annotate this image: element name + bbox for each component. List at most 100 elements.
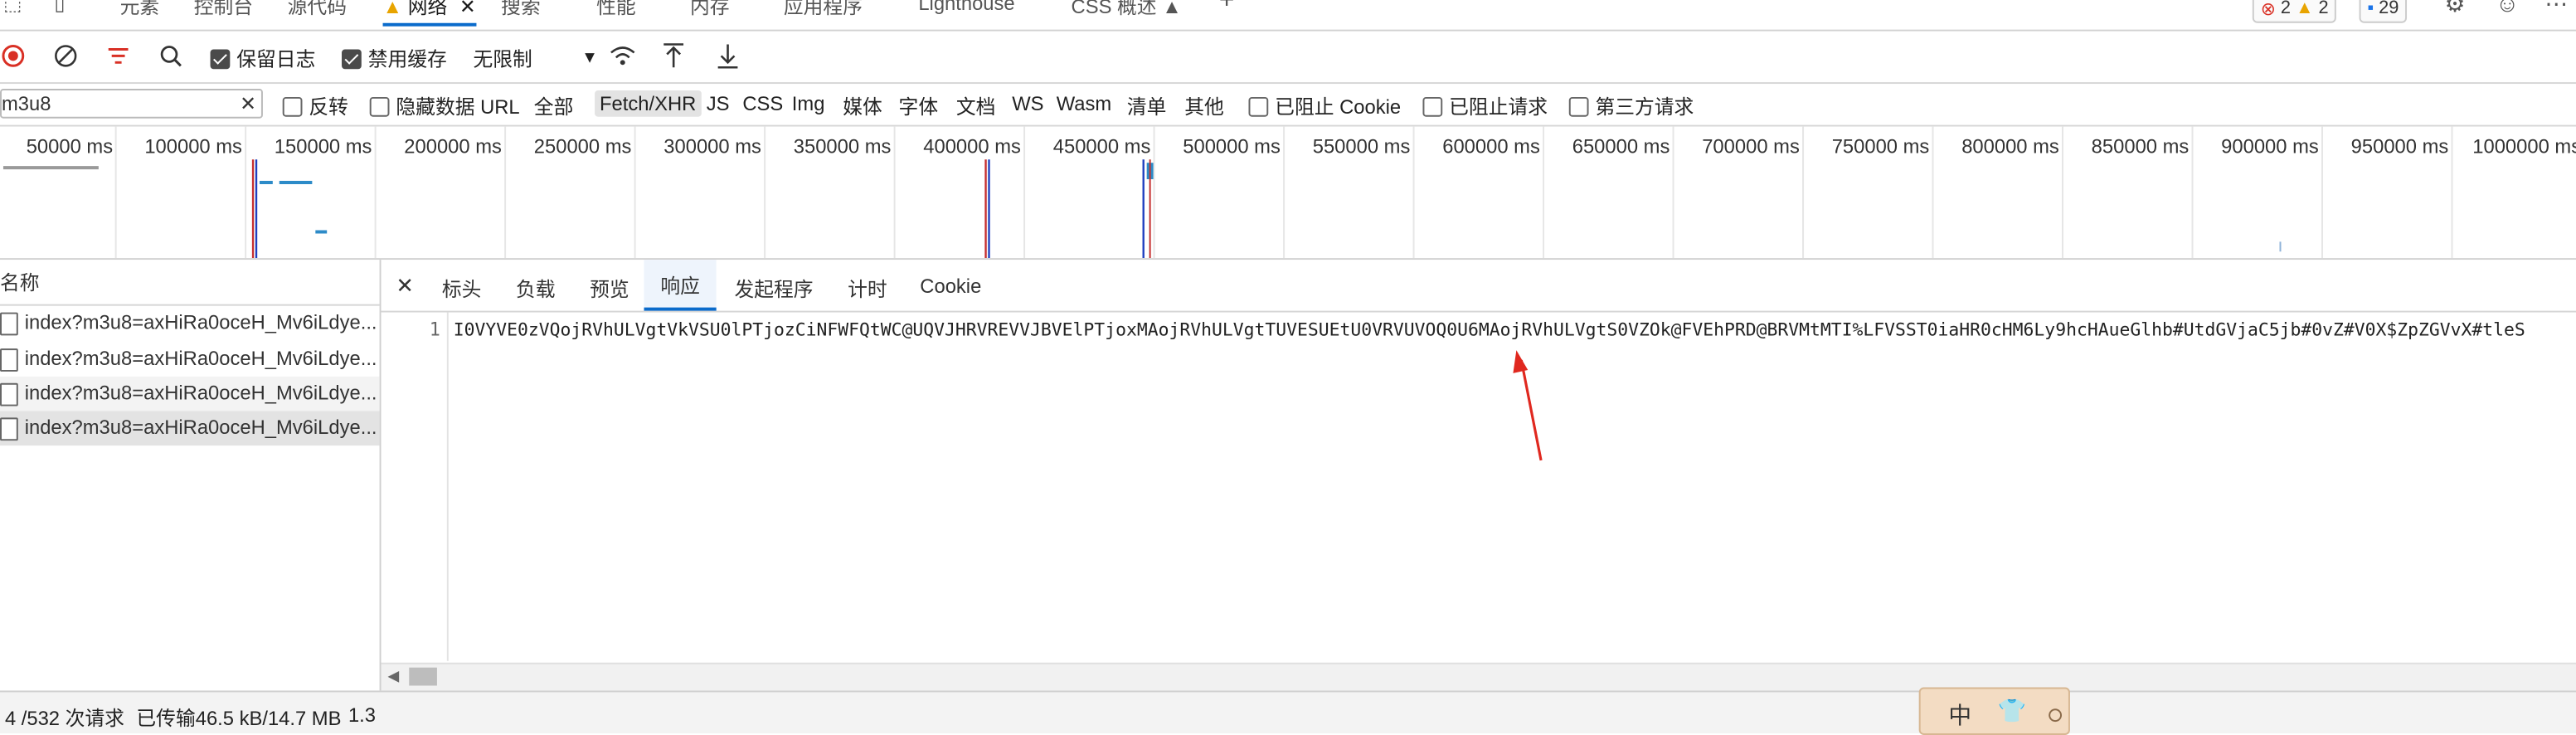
tab-search[interactable]: 搜索	[501, 0, 541, 20]
filter-input[interactable]: m3u8 ✕	[0, 89, 263, 119]
tab-timing[interactable]: 计时	[848, 275, 887, 303]
tab-sources[interactable]: 源代码	[288, 0, 347, 20]
search-button[interactable]	[158, 43, 184, 70]
throttle-select[interactable]: 无限制 ▼	[473, 45, 597, 73]
resources-size: 1.3	[348, 703, 377, 728]
table-row[interactable]: index?m3u8=axHiRa0oceH_Mv6iLdye...	[0, 306, 380, 341]
clear-icon	[55, 45, 77, 67]
user-icon[interactable]: ☺	[2496, 0, 2519, 17]
timeline-overview[interactable]: 50000 ms 100000 ms 150000 ms 200000 ms 2…	[0, 126, 2576, 260]
tab-performance[interactable]: 性能	[596, 0, 636, 20]
tab-cookie[interactable]: Cookie	[920, 275, 981, 298]
scrollbar-thumb[interactable]	[409, 667, 437, 686]
checkbox-unchecked-icon	[1422, 95, 1443, 116]
tab-headers[interactable]: 标头	[442, 275, 482, 303]
close-detail-icon[interactable]: ✕	[396, 273, 414, 299]
detail-tab-bar: ✕ 标头 负载 预览 响应 发起程序 计时 Cookie	[381, 260, 2576, 313]
ime-mode-label[interactable]: 中	[1948, 698, 1971, 732]
annotation-arrow	[1513, 350, 1543, 461]
type-filter-font[interactable]: 字体	[899, 92, 939, 120]
type-filter-ws[interactable]: WS	[1012, 92, 1043, 115]
filter-button[interactable]	[105, 43, 132, 70]
warning-icon: ▲	[2295, 0, 2314, 18]
table-row[interactable]: index?m3u8=axHiRa0oceH_Mv6iLdye...	[0, 376, 380, 411]
type-filter-img[interactable]: Img	[792, 92, 825, 115]
checkbox-checked-icon	[210, 48, 231, 69]
scroll-left-icon[interactable]: ◀	[387, 668, 399, 686]
tab-memory[interactable]: 内存	[690, 0, 730, 20]
document-icon	[0, 382, 18, 406]
checkbox-unchecked-icon	[282, 95, 303, 116]
gear-icon[interactable]: ⚙	[2445, 0, 2466, 18]
type-filter-fetch-xhr[interactable]: Fetch/XHR	[595, 90, 702, 117]
type-filter-media[interactable]: 媒体	[843, 92, 882, 120]
type-filter-css[interactable]: CSS	[742, 92, 783, 115]
type-filter-js[interactable]: JS	[707, 92, 730, 115]
network-conditions-button[interactable]	[608, 41, 638, 71]
third-party-checkbox[interactable]: 第三方请求	[1568, 92, 1694, 120]
export-har-button[interactable]	[715, 41, 741, 71]
checkbox-unchecked-icon	[1248, 95, 1269, 116]
download-icon	[717, 44, 738, 69]
error-icon: ⊗	[2260, 0, 2276, 19]
type-filter-doc[interactable]: 文档	[956, 92, 996, 120]
tab-initiator[interactable]: 发起程序	[734, 275, 813, 303]
blocked-cookies-checkbox[interactable]: 已阻止 Cookie	[1248, 92, 1401, 120]
document-icon	[0, 348, 18, 372]
tab-css-overview[interactable]: CSS 概述 ▲	[1072, 0, 1182, 20]
request-list: 名称 index?m3u8=axHiRa0oceH_Mv6iLdye... in…	[0, 260, 382, 691]
more-icon[interactable]: ⋯	[2544, 0, 2568, 18]
tab-response[interactable]: 响应	[644, 260, 717, 311]
type-filter-manifest[interactable]: 清单	[1127, 92, 1167, 120]
type-filter-other[interactable]: 其他	[1184, 92, 1224, 120]
network-toolbar: 保留日志 禁用缓存 无限制 ▼	[0, 31, 2576, 85]
type-filter-wasm[interactable]: Wasm	[1057, 92, 1111, 115]
upload-icon	[663, 43, 684, 68]
record-button[interactable]	[0, 43, 27, 70]
transferred-size: 已传输46.5 kB/14.7 MB	[136, 707, 342, 731]
issues-badge[interactable]: ⊗ 2 ▲ 2	[2252, 0, 2337, 23]
tab-console[interactable]: 控制台	[194, 0, 253, 20]
blocked-requests-checkbox[interactable]: 已阻止请求	[1422, 92, 1548, 120]
warning-icon: ▲	[1162, 0, 1182, 18]
search-icon	[160, 46, 182, 67]
tab-elements[interactable]: 元素	[120, 0, 160, 20]
skin-icon[interactable]: 👕	[1998, 697, 2027, 725]
table-row[interactable]: index?m3u8=axHiRa0oceH_Mv6iLdye...	[0, 342, 380, 377]
devtools-tab-bar: ⬚ ▯ 元素 控制台 源代码 ▲ 网络 ✕ 搜索 性能 内存 应用程序 Ligh…	[0, 0, 2576, 32]
clear-button[interactable]	[52, 43, 79, 70]
record-icon	[2, 45, 25, 67]
column-header-name[interactable]: 名称	[0, 260, 380, 306]
clear-filter-icon[interactable]: ✕	[240, 90, 256, 117]
tab-network[interactable]: ▲ 网络 ✕	[382, 0, 476, 27]
ime-toolbar[interactable]: 中 👕	[1918, 687, 2070, 735]
import-har-button[interactable]	[660, 41, 687, 71]
close-icon[interactable]: ✕	[459, 0, 476, 18]
inspect-icon[interactable]: ⬚	[3, 0, 22, 15]
line-number-gutter: 1	[382, 312, 449, 661]
request-detail-panel: ✕ 标头 负载 预览 响应 发起程序 计时 Cookie 1 I0VYVE0zV…	[381, 260, 2576, 691]
filter-icon	[108, 47, 129, 64]
preserve-log-checkbox[interactable]: 保留日志	[210, 45, 315, 73]
document-icon	[0, 312, 18, 336]
horizontal-scrollbar[interactable]: ◀	[381, 662, 2576, 691]
device-toggle-icon[interactable]: ▯	[54, 0, 65, 15]
tab-application[interactable]: 应用程序	[784, 0, 863, 20]
caret-down-icon: ▼	[581, 49, 598, 68]
tab-preview[interactable]: 预览	[590, 275, 629, 303]
tab-lighthouse[interactable]: Lighthouse	[918, 0, 1014, 15]
disable-cache-checkbox[interactable]: 禁用缓存	[342, 45, 447, 73]
request-count: 4 /532 次请求	[4, 707, 124, 731]
document-icon	[0, 417, 18, 441]
add-tab-icon[interactable]: +	[1219, 0, 1235, 17]
invert-checkbox[interactable]: 反转	[282, 92, 348, 120]
hide-data-url-checkbox[interactable]: 隐藏数据 URL	[369, 92, 520, 120]
type-filter-all[interactable]: 全部	[534, 92, 574, 120]
checkbox-unchecked-icon	[1568, 95, 1589, 116]
checkbox-checked-icon	[342, 48, 362, 69]
messages-badge[interactable]: ▪ 29	[2359, 0, 2408, 23]
filter-bar: m3u8 ✕ 反转 隐藏数据 URL 全部 Fetch/XHR JS CSS I…	[0, 84, 2576, 127]
line-number: 1	[429, 319, 440, 341]
tab-payload[interactable]: 负载	[516, 275, 556, 303]
table-row-selected[interactable]: index?m3u8=axHiRa0oceH_Mv6iLdye...	[0, 411, 380, 446]
